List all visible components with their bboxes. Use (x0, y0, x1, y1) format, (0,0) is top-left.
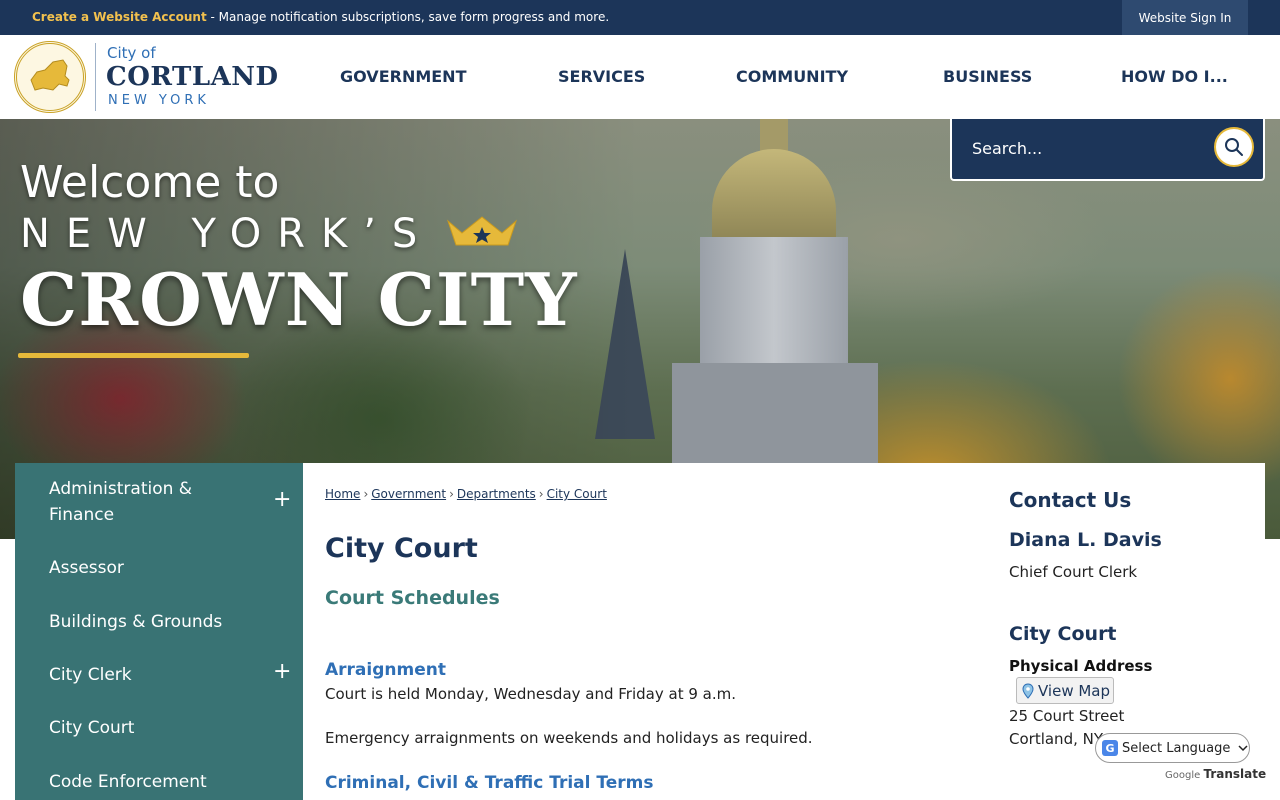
courthouse-dome (712, 149, 836, 239)
sidebar-item-city-clerk[interactable]: City Clerk (49, 662, 132, 688)
breadcrumb-government[interactable]: Government (371, 487, 446, 501)
hero-crown-city: CROWN CITY (20, 257, 578, 342)
breadcrumb-separator: › (363, 487, 369, 501)
sidebar-item-administration-finance[interactable]: Administration & Finance (49, 476, 239, 528)
view-map-label: View Map (1038, 681, 1111, 700)
logo-city-name[interactable]: CORTLAND (106, 62, 279, 92)
view-map-button[interactable]: View Map (1016, 677, 1114, 704)
google-label: Google (1165, 770, 1201, 781)
chevron-down-icon (1238, 745, 1248, 752)
page-subtitle: Court Schedules (325, 587, 500, 609)
contact-us-heading: Contact Us (1009, 488, 1132, 512)
arraignment-heading: Arraignment (325, 660, 446, 680)
new-york-state-icon (30, 59, 70, 91)
account-message-text: - Manage notification subscriptions, sav… (206, 10, 610, 24)
search-button[interactable] (1214, 127, 1254, 167)
hero-gold-underline (18, 353, 249, 358)
city-seal-logo[interactable] (14, 41, 86, 113)
search-icon (1225, 138, 1243, 156)
expand-administration-icon[interactable]: + (273, 487, 291, 512)
address-city: Cortland, NY (1009, 730, 1104, 748)
language-select[interactable]: G Select Language (1095, 733, 1250, 763)
hero-welcome: Welcome to (20, 157, 280, 208)
breadcrumb-departments[interactable]: Departments (457, 487, 536, 501)
create-account-link[interactable]: Create a Website Account (32, 10, 207, 24)
website-sign-in-button[interactable]: Website Sign In (1122, 0, 1248, 35)
breadcrumb: Home › Government › Departments › City Court (325, 487, 607, 501)
arraignment-emergency-text: Emergency arraignments on weekends and h… (325, 729, 813, 747)
nav-services[interactable]: SERVICES (558, 67, 645, 86)
courthouse-base (672, 363, 878, 463)
map-pin-icon (1022, 682, 1034, 699)
google-translate-icon: G (1102, 740, 1118, 756)
page-title: City Court (325, 533, 478, 564)
logo-state[interactable]: NEW YORK (108, 93, 210, 108)
physical-address-label: Physical Address (1009, 657, 1153, 675)
breadcrumb-home[interactable]: Home (325, 487, 360, 501)
nav-government[interactable]: GOVERNMENT (340, 67, 466, 86)
contact-role: Chief Court Clerk (1009, 563, 1138, 581)
powered-by-google-translate[interactable]: Google Translate (1165, 767, 1266, 781)
address-street: 25 Court Street (1009, 707, 1125, 725)
trial-terms-heading: Criminal, Civil & Traffic Trial Terms (325, 773, 654, 793)
expand-city-clerk-icon[interactable]: + (273, 659, 291, 684)
logo-divider (95, 43, 96, 111)
translate-label: Translate (1203, 767, 1267, 781)
site-search: Search... (950, 119, 1265, 181)
breadcrumb-city-court[interactable]: City Court (547, 487, 607, 501)
search-input[interactable]: Search... (972, 139, 1042, 158)
contact-name: Diana L. Davis (1009, 529, 1162, 551)
contact-office-name: City Court (1009, 623, 1117, 645)
utility-bar: Create a Website Account - Manage notifi… (0, 0, 1280, 35)
courthouse-tower (700, 237, 848, 367)
crown-icon (446, 216, 518, 246)
logo-city-of[interactable]: City of (107, 44, 156, 62)
nav-business[interactable]: BUSINESS (943, 67, 1032, 86)
sidebar-item-buildings-grounds[interactable]: Buildings & Grounds (49, 609, 222, 635)
nav-how-do-i[interactable]: HOW DO I... (1121, 67, 1228, 86)
sidebar-item-code-enforcement[interactable]: Code Enforcement (49, 769, 207, 795)
breadcrumb-separator: › (449, 487, 454, 501)
sidebar-item-assessor[interactable]: Assessor (49, 555, 124, 581)
account-message: Create a Website Account - Manage notifi… (32, 10, 609, 24)
breadcrumb-separator: › (538, 487, 544, 501)
site-header: City of CORTLAND NEW YORK GOVERNMENT SER… (0, 35, 1280, 119)
language-select-value: Select Language (1122, 740, 1231, 756)
arraignment-schedule-text: Court is held Monday, Wednesday and Frid… (325, 685, 736, 703)
sidebar-nav: Administration & Finance + Assessor Buil… (15, 463, 303, 800)
nav-community[interactable]: COMMUNITY (736, 67, 848, 86)
sidebar-item-city-court[interactable]: City Court (49, 715, 134, 741)
hero-new-yorks: NEW YORK’S (20, 211, 434, 257)
